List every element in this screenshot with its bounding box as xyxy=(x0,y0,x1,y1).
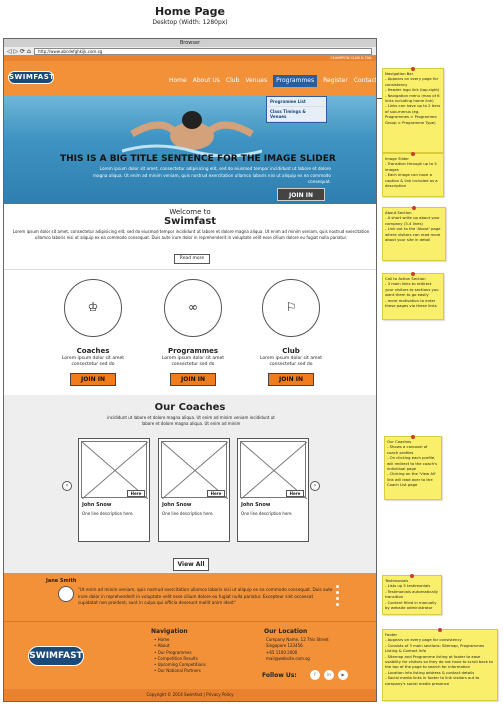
menu-club[interactable]: Club xyxy=(226,77,239,87)
coaches-description: incididunt ut labore et dolore magna ali… xyxy=(107,415,275,426)
annotation-note-testimonials: Testimonials - Lists up 5 testimonials -… xyxy=(382,574,442,615)
footer-nav-list: • Home • About • Our Programmes • Compet… xyxy=(154,637,206,675)
linkedin-icon[interactable]: in xyxy=(324,670,334,680)
coach-here-button[interactable]: Here xyxy=(207,490,225,497)
menu-programmes[interactable]: Programmes xyxy=(273,75,318,87)
main-menu: Home About Us Club Venues Programmes Reg… xyxy=(169,75,376,87)
coaches-join-button[interactable]: JOIN IN xyxy=(70,373,116,386)
pin-icon xyxy=(411,67,415,71)
coach-card[interactable]: Here John Snow One line description here… xyxy=(237,438,309,542)
facebook-icon[interactable]: f xyxy=(310,670,320,680)
club-join-button[interactable]: JOIN IN xyxy=(268,373,314,386)
annotation-note-about: About Section - A short write up about y… xyxy=(382,206,446,261)
swimmer-image xyxy=(122,111,262,158)
coach-desc: One line description here. xyxy=(82,511,134,516)
programmes-title: Programmes xyxy=(167,347,219,355)
copyright-bar: Copyright © 2014 Swimfast | Privacy Poli… xyxy=(4,689,376,701)
coach-card[interactable]: Here John Snow One line description here… xyxy=(78,438,150,542)
page-subheading: Desktop (Width: 1280px) xyxy=(152,19,228,26)
coaches-circle[interactable]: ♔ xyxy=(64,279,122,337)
programmes-circle[interactable]: ∞ xyxy=(164,279,222,337)
coach-name: John Snow xyxy=(162,502,192,508)
slider-join-button[interactable]: JOIN IN xyxy=(277,188,325,201)
about-section: Welcome to Swimfast Lorem ipsum dolor si… xyxy=(4,204,376,269)
coach-name: John Snow xyxy=(241,502,271,508)
menu-home[interactable]: Home xyxy=(169,77,187,87)
coaches-section: Our Coaches incididunt ut labore et dolo… xyxy=(4,395,376,573)
annotation-note-footer: Footer - Appears on every page for consi… xyxy=(382,628,498,701)
programmes-join-button[interactable]: JOIN IN xyxy=(170,373,216,386)
club-title: Club xyxy=(282,347,300,355)
club-desc: Lorem ipsum dolor sit amet consectetur s… xyxy=(260,356,322,367)
programmes-desc: Lorem ipsum dolor sit amet consectetur s… xyxy=(162,356,224,367)
navigation-bar: SWIMFAST Home About Us Club Venues Progr… xyxy=(4,61,376,96)
coaches-title: Coaches xyxy=(76,347,110,355)
programmes-dropdown: Programme List Class Timings & Venues xyxy=(266,96,327,123)
pin-icon xyxy=(410,574,414,578)
pin-icon xyxy=(411,272,415,276)
slider-dot[interactable] xyxy=(336,603,339,606)
infinity-icon: ∞ xyxy=(188,300,198,314)
annotation-note-slider: Image Slider - Transition through up to … xyxy=(382,152,444,197)
address-bar[interactable]: http://www.abcdefghkijk.com.sg xyxy=(34,48,372,55)
slider-title: THIS IS A BIG TITLE SENTENCE FOR THE IMA… xyxy=(60,154,336,164)
testimonials-section: Jane Smith "Ut enim ad minim veniam, qui… xyxy=(4,573,376,621)
pin-icon xyxy=(412,206,416,210)
carousel-prev-button[interactable]: ‹ xyxy=(62,481,72,491)
slider-dot[interactable] xyxy=(336,585,339,588)
coaches-desc: Lorem ipsum dolor sit amet consectetur s… xyxy=(62,356,124,367)
slider-dot[interactable] xyxy=(336,597,339,600)
read-more-button[interactable]: Read more xyxy=(174,254,210,264)
footer: SWIMFAST Navigation • Home • About • Our… xyxy=(4,621,376,689)
call-to-action-section: ♔ ∞ ⚐ Coaches Programmes Club Lorem ipsu… xyxy=(4,269,376,395)
club-circle[interactable]: ⚐ xyxy=(262,279,320,337)
coach-here-button[interactable]: Here xyxy=(127,490,145,497)
pin-icon xyxy=(438,628,442,632)
carousel-next-button[interactable]: › xyxy=(310,481,320,491)
menu-register[interactable]: Register xyxy=(323,77,348,87)
browser-toolbar: ◁ ▷ ⟳ ⌂ http://www.abcdefghkijk.com.sg xyxy=(4,47,376,56)
page-heading: Home Page xyxy=(154,5,226,18)
coach-name: John Snow xyxy=(82,502,112,508)
slider-dot[interactable] xyxy=(336,591,339,594)
testimonial-author: Jane Smith xyxy=(46,578,77,584)
annotation-note-coaches: Our Coaches - Shows a carousel of coach … xyxy=(384,435,442,500)
avatar xyxy=(58,586,74,602)
dropdown-programme-list[interactable]: Programme List xyxy=(267,97,326,107)
footer-logo[interactable]: SWIMFAST xyxy=(28,646,84,666)
footer-nav-heading: Navigation xyxy=(151,628,188,635)
testimonial-quote: "Ut enim ad minim veniam, quis nostrud e… xyxy=(78,587,333,605)
email-link[interactable]: mail@website.com.sg xyxy=(266,656,329,662)
footer-link[interactable]: • Our National Partners xyxy=(154,668,206,674)
pin-icon xyxy=(411,435,415,439)
menu-venues[interactable]: Venues xyxy=(245,77,267,87)
welcome-line: Welcome to xyxy=(169,208,211,216)
dropdown-class-timings[interactable]: Class Timings & Venues xyxy=(267,107,326,122)
youtube-icon[interactable]: ▶ xyxy=(338,670,348,680)
slider-caption: Lorem ipsum dolor sit amet, consectetur … xyxy=(92,166,331,184)
footer-location-heading: Our Location xyxy=(264,628,308,635)
crown-icon: ♔ xyxy=(87,300,99,314)
coaches-heading: Our Coaches xyxy=(154,402,226,413)
welcome-title: Swimfast xyxy=(163,216,217,227)
coach-desc: One line description here. xyxy=(162,511,214,516)
coach-here-button[interactable]: Here xyxy=(286,490,304,497)
menu-about[interactable]: About Us xyxy=(193,77,220,87)
annotation-note-navigation: Navigation Bar - Appears on every page f… xyxy=(382,67,444,153)
follow-us-label: Follow Us: xyxy=(262,672,297,679)
welcome-text: Lorem ipsum dolor sit amet, consectetur … xyxy=(12,229,370,240)
browser-title: Browser xyxy=(4,39,376,47)
menu-contact[interactable]: Contact Us xyxy=(354,77,376,87)
coach-desc: One line description here. xyxy=(241,511,293,516)
pin-icon xyxy=(411,152,415,156)
annotation-note-cta: Call to Action Section - 3 main links to… xyxy=(382,272,444,320)
site-logo[interactable]: SWIMFAST xyxy=(8,71,54,84)
browser-nav-icons[interactable]: ◁ ▷ ⟳ ⌂ xyxy=(7,48,31,55)
coach-card[interactable]: Here John Snow One line description here… xyxy=(158,438,230,542)
view-all-button[interactable]: View All xyxy=(173,558,209,571)
flag-icon: ⚐ xyxy=(285,300,297,314)
browser-window: Browser ◁ ▷ ⟳ ⌂ http://www.abcdefghkijk.… xyxy=(3,38,377,702)
footer-location-list: Company Name, 12 This Street Singapore 1… xyxy=(266,637,329,662)
